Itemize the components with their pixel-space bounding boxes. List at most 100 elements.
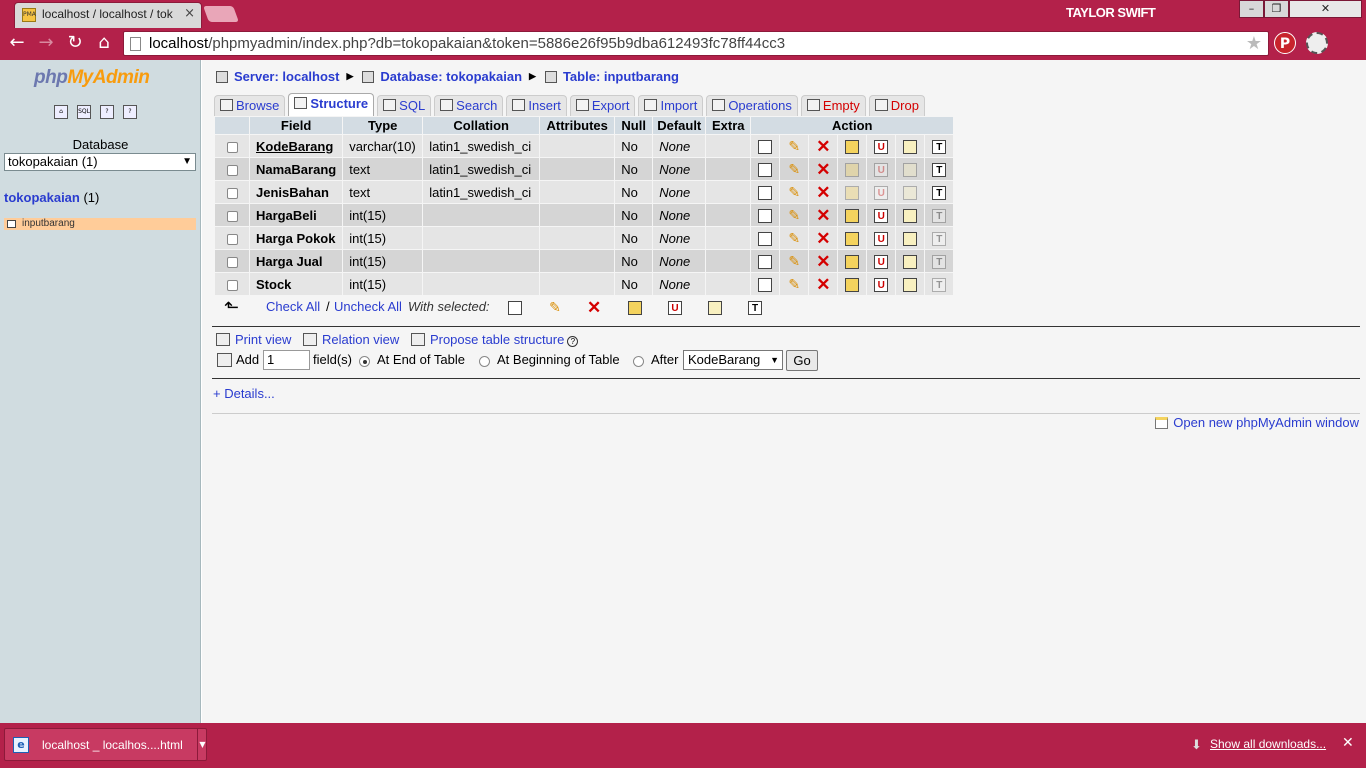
go-button[interactable]: Go <box>786 350 818 371</box>
breadcrumb-server[interactable]: Server: localhost <box>234 69 340 84</box>
browse-distinct-icon[interactable] <box>758 208 773 223</box>
at-end-label[interactable]: At End of Table <box>377 352 465 367</box>
browse-distinct-icon[interactable] <box>758 277 773 292</box>
row-checkbox[interactable] <box>226 210 238 222</box>
address-bar[interactable]: localhost/phpmyadmin/index.php?db=tokopa… <box>123 31 1269 56</box>
cell-field[interactable]: JenisBahan <box>250 181 343 203</box>
at-beginning-label[interactable]: At Beginning of Table <box>497 352 620 367</box>
cell-field[interactable]: Harga Pokok <box>250 227 343 249</box>
open-new-window-link[interactable]: Open new phpMyAdmin window <box>1155 415 1359 430</box>
details-link[interactable]: + Details... <box>213 386 275 401</box>
bulk-edit-icon[interactable]: ✎ <box>548 300 562 315</box>
cell-field[interactable]: Harga Jual <box>250 250 343 272</box>
row-checkbox[interactable] <box>226 256 238 268</box>
index-icon[interactable] <box>903 277 918 292</box>
index-icon[interactable] <box>903 231 918 246</box>
fulltext-icon[interactable]: T <box>932 277 947 292</box>
drop-x-icon[interactable]: ✕ <box>816 230 830 247</box>
bulk-fulltext-icon[interactable]: T <box>748 301 762 315</box>
browse-distinct-icon[interactable] <box>758 254 773 269</box>
at-beginning-radio[interactable] <box>479 356 490 367</box>
sql-query-icon[interactable]: SQL <box>77 105 91 119</box>
primary-key-icon[interactable] <box>845 254 860 269</box>
browser-tab[interactable]: PMA localhost / localhost / tok × <box>14 2 202 28</box>
close-window-button[interactable]: ✕ <box>1289 0 1362 18</box>
documentation-icon[interactable]: ? <box>100 105 114 119</box>
profile-name[interactable]: TAYLOR SWIFT <box>1066 5 1156 20</box>
cell-field[interactable]: HargaBeli <box>250 204 343 226</box>
database-select[interactable]: tokopakaian (1) ▼ <box>4 153 196 171</box>
tab-search[interactable]: Search <box>434 95 504 116</box>
unique-icon[interactable]: U <box>874 231 889 246</box>
new-tab-button[interactable] <box>203 6 239 22</box>
pinterest-extension-icon[interactable]: P <box>1274 32 1296 54</box>
index-icon[interactable] <box>903 139 918 154</box>
forward-arrow-icon[interactable]: → <box>35 32 57 54</box>
edit-pencil-icon[interactable]: ✎ <box>787 277 801 292</box>
close-download-bar-icon[interactable]: ✕ <box>1342 735 1354 751</box>
relation-view-link[interactable]: Relation view <box>302 332 399 347</box>
edit-pencil-icon[interactable]: ✎ <box>787 139 801 154</box>
bulk-primary-icon[interactable] <box>628 301 642 315</box>
row-checkbox[interactable] <box>226 141 238 153</box>
edit-pencil-icon[interactable]: ✎ <box>787 254 801 269</box>
database-link[interactable]: tokopakaian (1) <box>4 190 99 205</box>
unique-icon[interactable]: U <box>874 139 889 154</box>
cell-field[interactable]: KodeBarang <box>250 135 343 157</box>
home-icon[interactable]: ⌂ <box>54 105 68 119</box>
fulltext-icon[interactable]: T <box>932 162 947 177</box>
mysql-docs-icon[interactable]: ? <box>123 105 137 119</box>
edit-pencil-icon[interactable]: ✎ <box>787 231 801 246</box>
drop-x-icon[interactable]: ✕ <box>816 253 830 270</box>
maximize-button[interactable]: ❐ <box>1264 0 1289 18</box>
fulltext-icon[interactable]: T <box>932 208 947 223</box>
bulk-index-icon[interactable] <box>708 301 722 315</box>
check-all-link[interactable]: Check All <box>266 299 320 314</box>
sidebar-item-inputbarang[interactable]: inputbarang <box>4 218 196 230</box>
drop-x-icon[interactable]: ✕ <box>816 276 830 293</box>
primary-key-icon[interactable] <box>845 231 860 246</box>
drop-x-icon[interactable]: ✕ <box>816 138 830 155</box>
home-icon[interactable]: ⌂ <box>93 32 115 54</box>
fulltext-icon[interactable]: T <box>932 185 947 200</box>
tab-import[interactable]: Import <box>638 95 704 116</box>
tab-sql[interactable]: SQL <box>377 95 432 116</box>
unique-icon[interactable]: U <box>874 254 889 269</box>
browse-distinct-icon[interactable] <box>758 185 773 200</box>
browse-distinct-icon[interactable] <box>758 231 773 246</box>
tab-structure[interactable]: Structure <box>288 93 375 116</box>
reload-icon[interactable]: ↻ <box>64 32 86 54</box>
row-checkbox[interactable] <box>226 187 238 199</box>
breadcrumb-table[interactable]: Table: inputbarang <box>563 69 679 84</box>
primary-key-icon[interactable] <box>845 162 860 177</box>
field-count-input[interactable]: 1 <box>263 350 310 370</box>
edit-pencil-icon[interactable]: ✎ <box>787 208 801 223</box>
unique-icon[interactable]: U <box>874 208 889 223</box>
unique-icon[interactable]: U <box>874 162 889 177</box>
fulltext-icon[interactable]: T <box>932 254 947 269</box>
row-checkbox[interactable] <box>226 164 238 176</box>
index-icon[interactable] <box>903 162 918 177</box>
breadcrumb-database[interactable]: Database: tokopakaian <box>380 69 522 84</box>
minimize-button[interactable]: – <box>1239 0 1264 18</box>
show-all-downloads-link[interactable]: Show all downloads... <box>1210 737 1326 751</box>
tab-operations[interactable]: Operations <box>706 95 798 116</box>
unique-icon[interactable]: U <box>874 277 889 292</box>
fulltext-icon[interactable]: T <box>932 139 947 154</box>
after-label[interactable]: After <box>651 352 678 367</box>
back-arrow-icon[interactable]: ← <box>6 32 28 54</box>
after-field-select[interactable]: KodeBarang ▼ <box>683 350 783 370</box>
uncheck-all-link[interactable]: Uncheck All <box>334 299 402 314</box>
download-item[interactable]: e localhost _ localhos....html ▼ <box>4 728 207 761</box>
primary-key-icon[interactable] <box>845 277 860 292</box>
cell-field[interactable]: NamaBarang <box>250 158 343 180</box>
extension-icon[interactable] <box>1306 32 1328 54</box>
tab-browse[interactable]: Browse <box>214 95 286 116</box>
at-end-radio[interactable] <box>359 356 370 367</box>
index-icon[interactable] <box>903 254 918 269</box>
bulk-drop-icon[interactable]: ✕ <box>587 299 601 316</box>
edit-pencil-icon[interactable]: ✎ <box>787 162 801 177</box>
table-icon[interactable] <box>7 220 16 228</box>
tab-export[interactable]: Export <box>569 95 636 116</box>
index-icon[interactable] <box>903 185 918 200</box>
